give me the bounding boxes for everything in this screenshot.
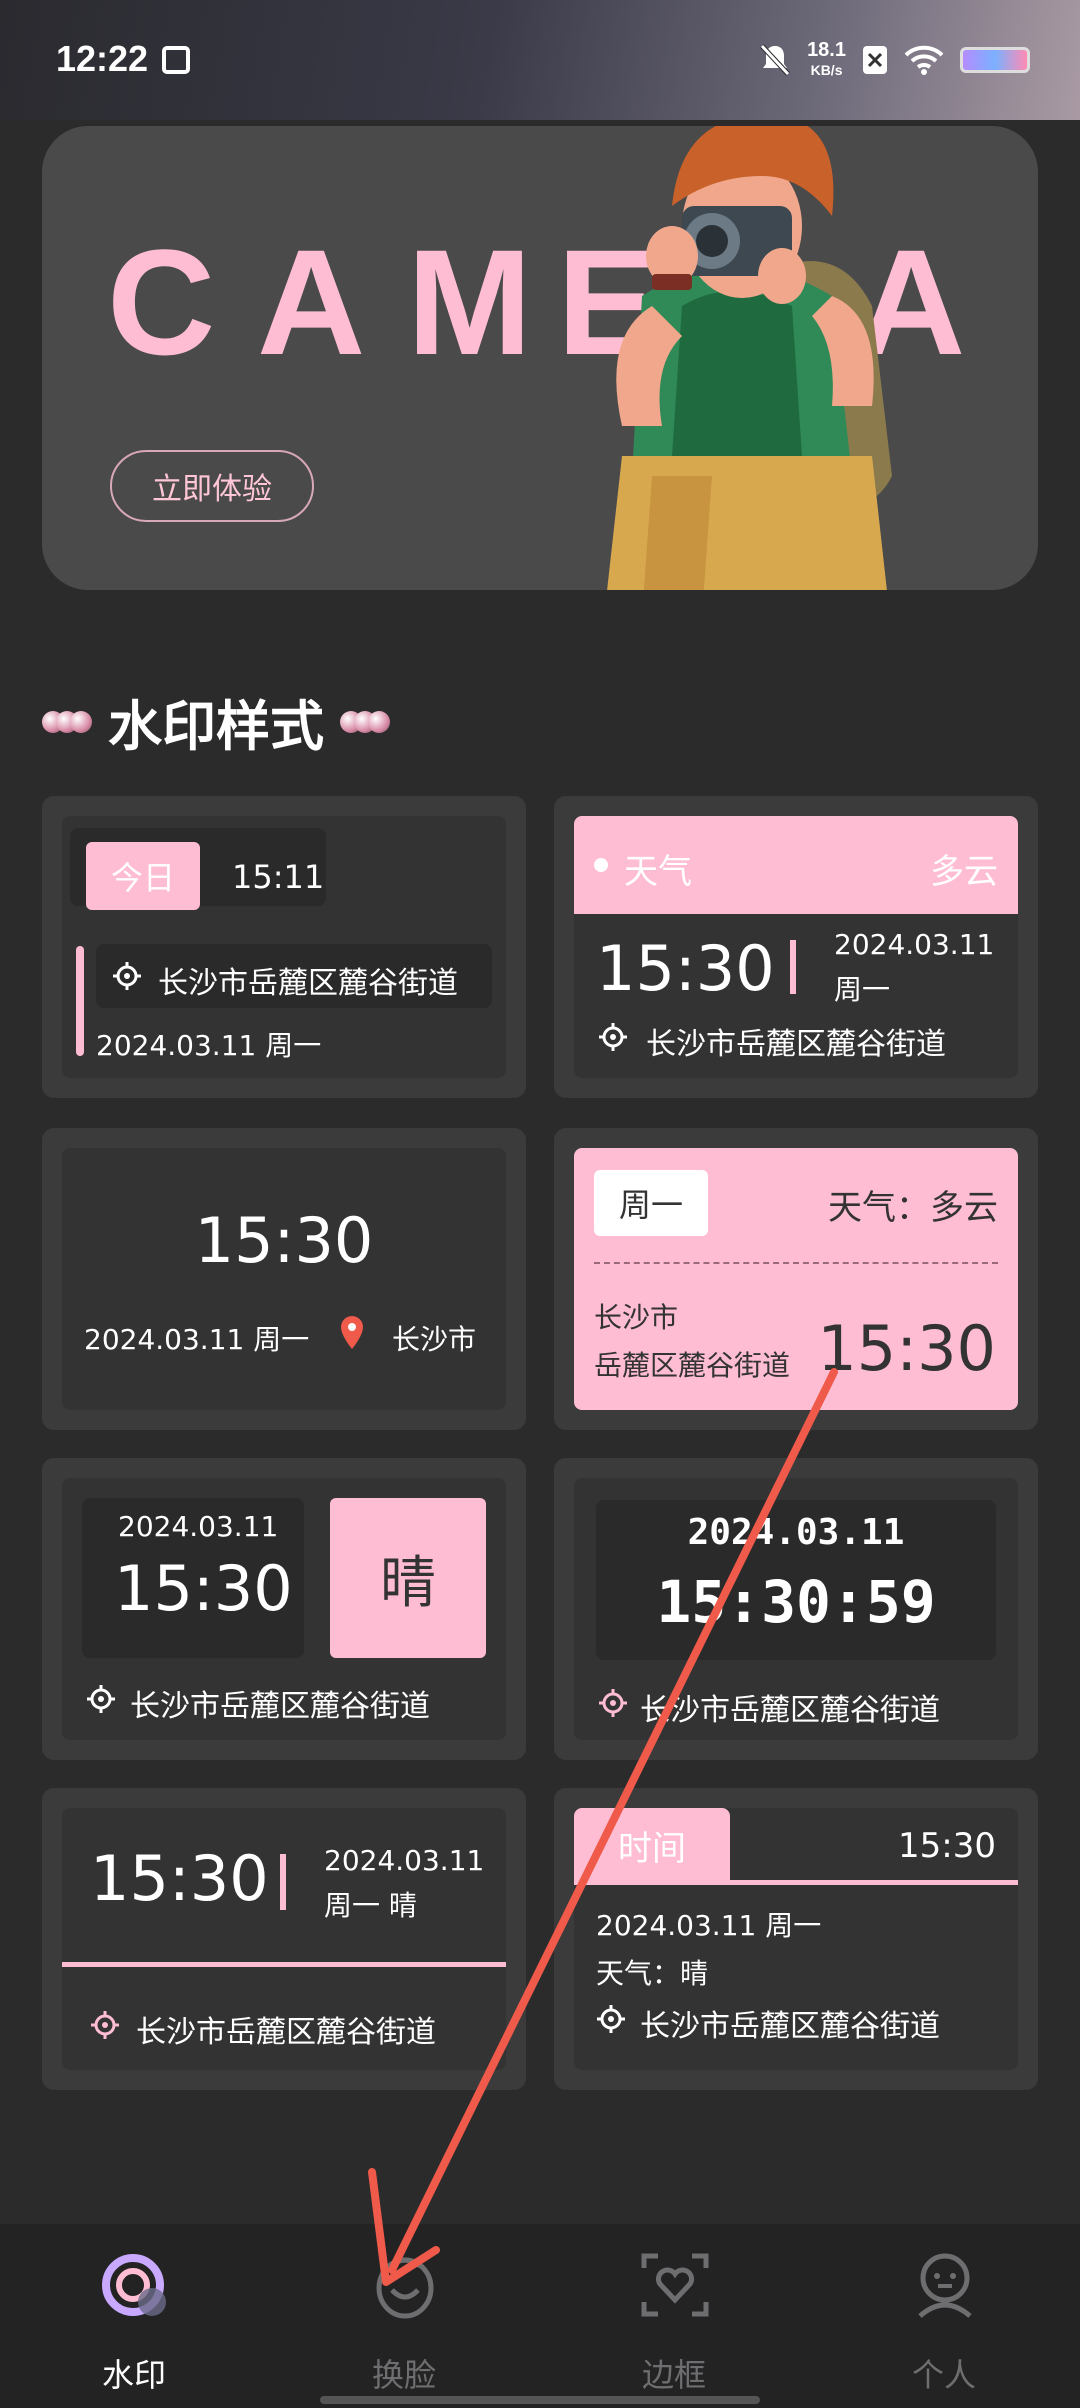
annotation-arrow <box>368 1368 838 2286</box>
